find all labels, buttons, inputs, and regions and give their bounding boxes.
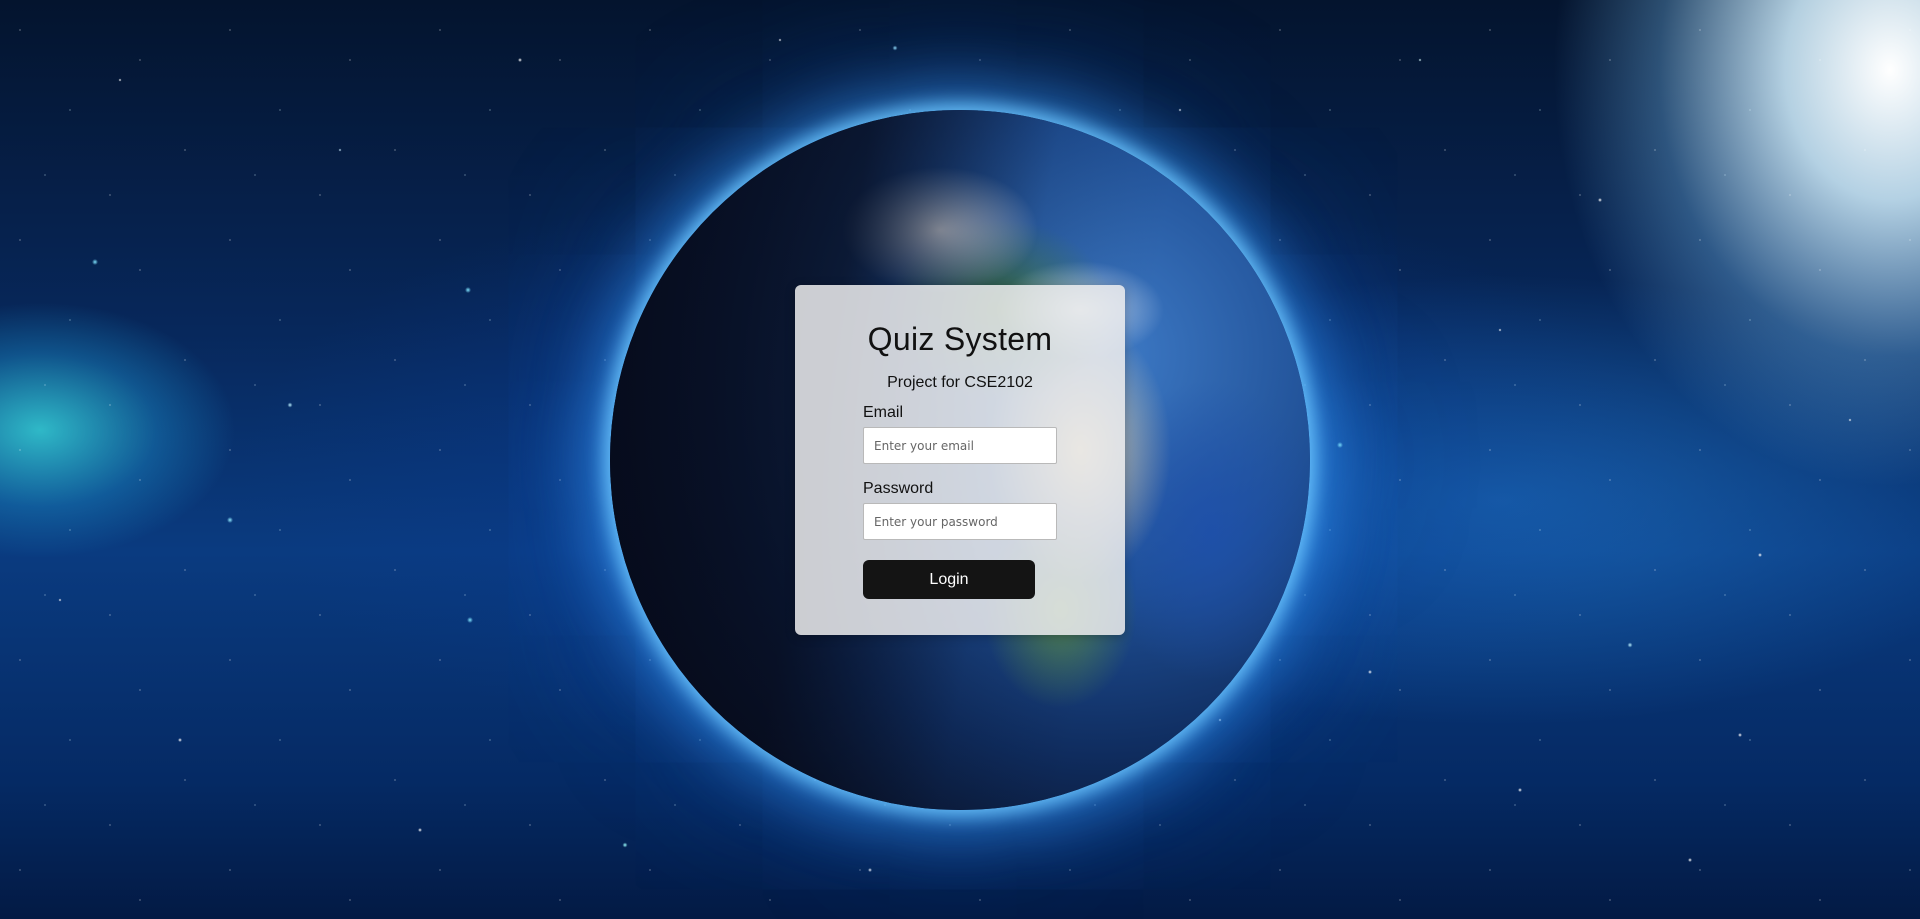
login-card: Quiz System Project for CSE2102 Email Pa… [795, 285, 1125, 635]
login-button[interactable]: Login [863, 560, 1035, 599]
password-label: Password [863, 480, 934, 497]
page-subtitle: Project for CSE2102 [887, 374, 1033, 391]
email-field-group: Email [863, 404, 1057, 464]
email-label: Email [863, 404, 904, 421]
password-field-group: Password [863, 480, 1057, 540]
email-field[interactable] [863, 427, 1057, 464]
page-title: Quiz System [867, 321, 1053, 357]
password-field[interactable] [863, 503, 1057, 540]
